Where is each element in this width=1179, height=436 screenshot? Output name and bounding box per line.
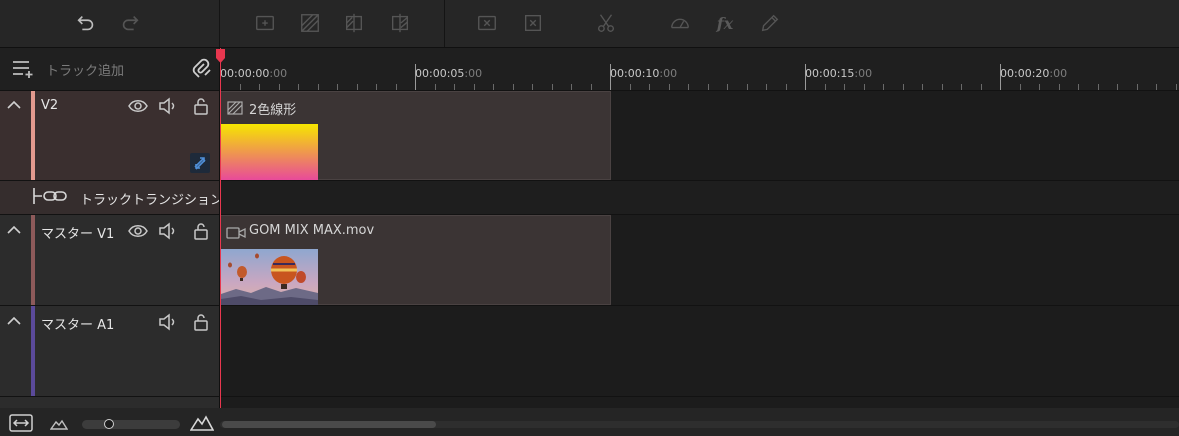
transition-link-icon[interactable] xyxy=(190,153,210,173)
zoom-in-mountain-icon[interactable] xyxy=(189,414,215,432)
zoom-slider-thumb[interactable] xyxy=(104,419,114,429)
timeline-ruler[interactable]: 00:00:00:00 00:00:05:00 00:00:10:00 00:0… xyxy=(220,48,1179,90)
ruler-label: 00:00:20:00 xyxy=(1000,67,1068,80)
track-name: マスター V1 xyxy=(41,227,115,242)
speaker-icon[interactable] xyxy=(158,96,178,116)
redo-icon[interactable] xyxy=(118,11,142,35)
scissors-icon[interactable] xyxy=(594,11,618,35)
undo-icon[interactable] xyxy=(74,11,98,35)
collapse-chevron-icon[interactable] xyxy=(6,222,22,236)
track-name: V2 xyxy=(41,98,59,113)
track-lane-a1[interactable] xyxy=(220,306,1179,396)
pattern-icon[interactable] xyxy=(298,11,322,35)
track-color-bar xyxy=(31,215,35,305)
horizontal-scrollbar-thumb[interactable] xyxy=(222,421,436,428)
playhead-line[interactable] xyxy=(220,48,221,410)
track-transition-label: トラックトランジション xyxy=(80,193,224,208)
add-track-label[interactable]: トラック追加 xyxy=(46,60,124,79)
ruler-label: 00:00:05:00 xyxy=(415,67,483,80)
speaker-icon[interactable] xyxy=(158,221,178,241)
eye-icon[interactable] xyxy=(128,221,148,241)
delete-clip-icon[interactable] xyxy=(475,11,499,35)
add-clip-icon[interactable] xyxy=(253,11,277,35)
split-left-icon[interactable] xyxy=(342,11,366,35)
collapse-chevron-icon[interactable] xyxy=(6,97,22,111)
fx-icon[interactable]: fx xyxy=(713,11,737,35)
pattern-icon xyxy=(227,100,243,115)
speed-icon[interactable] xyxy=(668,11,692,35)
add-track-icon[interactable] xyxy=(12,59,34,79)
unlock-icon[interactable] xyxy=(191,312,211,332)
unlock-icon[interactable] xyxy=(191,221,211,241)
fit-width-icon[interactable] xyxy=(9,414,33,432)
track-color-bar xyxy=(31,306,35,396)
unlock-icon[interactable] xyxy=(191,96,211,116)
ruler-label: 00:00:00:00 xyxy=(220,67,288,80)
clip-thumbnail-balloons xyxy=(221,249,318,305)
split-right-icon[interactable] xyxy=(388,11,412,35)
track-color-bar xyxy=(31,91,35,180)
pen-icon[interactable] xyxy=(758,11,782,35)
speaker-icon[interactable] xyxy=(158,312,178,332)
video-camera-icon xyxy=(226,225,246,239)
delete-gap-icon[interactable] xyxy=(521,11,545,35)
clip-thumbnail-gradient xyxy=(221,124,318,180)
clip-v2-gradient[interactable]: 2色線形 xyxy=(220,91,611,180)
chain-link-icon xyxy=(31,186,71,206)
zoom-out-mountain-icon[interactable] xyxy=(49,416,69,430)
clip-title: 2色線形 xyxy=(249,103,297,118)
track-lane-transition[interactable] xyxy=(220,181,1179,214)
track-header-filler xyxy=(0,397,219,408)
toolbar: fx xyxy=(0,0,1179,47)
zoom-slider-track[interactable] xyxy=(82,420,180,429)
clip-v1-video[interactable]: GOM MIX MAX.mov xyxy=(220,215,611,305)
magnet-link-icon[interactable] xyxy=(192,58,214,80)
ruler-label: 00:00:10:00 xyxy=(610,67,678,80)
eye-icon[interactable] xyxy=(128,96,148,116)
ruler-label: 00:00:15:00 xyxy=(805,67,873,80)
track-name: マスター A1 xyxy=(41,318,115,333)
fx-label: fx xyxy=(716,13,734,33)
collapse-chevron-icon[interactable] xyxy=(6,313,22,327)
clip-title: GOM MIX MAX.mov xyxy=(249,223,375,238)
playhead-handle[interactable] xyxy=(216,48,225,63)
